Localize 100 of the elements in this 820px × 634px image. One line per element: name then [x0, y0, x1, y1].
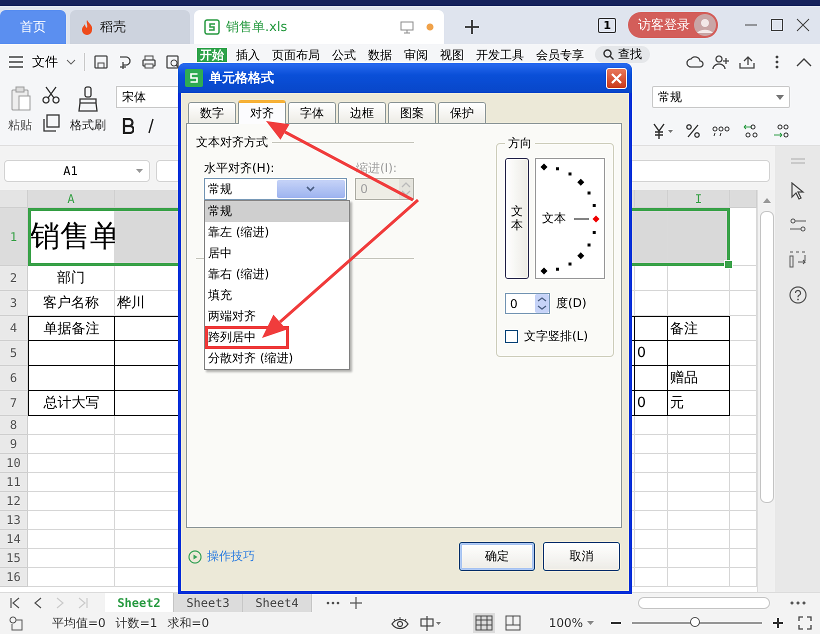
increase-decimal-icon[interactable]: [742, 123, 760, 139]
ribbon-tab[interactable]: 会员专享: [533, 48, 587, 62]
row-header[interactable]: 10: [0, 454, 28, 473]
dialog-tab[interactable]: 边框: [338, 102, 386, 123]
menu-icon[interactable]: [8, 55, 24, 69]
transform-icon[interactable]: [788, 250, 806, 268]
macro-icon[interactable]: [8, 615, 24, 631]
row-header[interactable]: 11: [0, 473, 28, 492]
preview-icon[interactable]: [165, 54, 181, 70]
chevron-down-icon[interactable]: [587, 621, 594, 625]
document-tab[interactable]: 销售单.xls: [194, 10, 444, 44]
ribbon-tab[interactable]: 审阅: [401, 48, 431, 62]
format-painter-button[interactable]: 格式刷: [70, 117, 106, 134]
vertical-scrollbar[interactable]: [757, 190, 775, 592]
cloud-icon[interactable]: [686, 54, 704, 70]
zoom-in-icon[interactable]: [772, 617, 784, 629]
ok-button[interactable]: 确定: [459, 542, 535, 571]
paste-button[interactable]: 粘贴: [8, 117, 32, 134]
help-icon[interactable]: [788, 286, 806, 304]
share-icon[interactable]: [738, 54, 756, 70]
page-break-view-icon[interactable]: [504, 615, 521, 631]
zoom-slider[interactable]: [632, 617, 762, 629]
add-user-icon[interactable]: [712, 54, 730, 70]
input-method-icon[interactable]: [418, 615, 441, 631]
row-header[interactable]: 14: [0, 530, 28, 549]
pointer-icon[interactable]: [790, 182, 806, 200]
eye-icon[interactable]: [390, 616, 409, 630]
dialog-tab[interactable]: 图案: [388, 102, 436, 123]
ribbon-tab[interactable]: 数据: [365, 48, 395, 62]
dropdown-option[interactable]: 居中: [205, 243, 236, 264]
print-icon[interactable]: [141, 54, 157, 70]
checkbox-label[interactable]: 文字竖排(L): [524, 328, 588, 345]
orientation-dial[interactable]: 文本: [535, 158, 605, 279]
percent-icon[interactable]: [686, 124, 700, 138]
name-box[interactable]: A1: [4, 160, 150, 182]
close-button[interactable]: [606, 68, 627, 88]
document-tab[interactable]: 稻壳: [70, 10, 190, 44]
dialog-tab[interactable]: 数字: [188, 102, 236, 123]
new-tab-icon[interactable]: [464, 19, 480, 35]
degrees-field[interactable]: 0: [505, 293, 550, 314]
row-header[interactable]: 7: [0, 391, 28, 416]
row-header[interactable]: 15: [0, 549, 28, 568]
sheet-tab[interactable]: Sheet4: [243, 593, 312, 612]
copy-icon[interactable]: [42, 114, 60, 132]
ribbon-tab[interactable]: 公式: [329, 48, 359, 62]
more-sheets-icon[interactable]: [326, 600, 340, 604]
play-icon[interactable]: [188, 550, 202, 564]
grip-icon[interactable]: [790, 158, 804, 164]
ribbon-tab[interactable]: 插入: [233, 48, 263, 62]
ribbon-tab[interactable]: 视图: [437, 48, 467, 62]
row-header[interactable]: 4: [0, 316, 28, 341]
decrease-decimal-icon[interactable]: [772, 123, 790, 139]
row-header[interactable]: 8: [0, 416, 28, 435]
row-header[interactable]: 3: [0, 291, 28, 316]
ribbon-tab[interactable]: 页面布局: [269, 48, 323, 62]
collapse-icon[interactable]: [796, 57, 812, 67]
dialog-tab[interactable]: 保护: [438, 102, 486, 123]
vertical-text-button[interactable]: 文本: [505, 158, 529, 279]
more-icon[interactable]: [774, 54, 780, 70]
row-header[interactable]: 12: [0, 492, 28, 511]
thousands-icon[interactable]: [712, 124, 730, 138]
zoom-menu[interactable]: 100%: [548, 616, 583, 630]
save-icon[interactable]: [93, 54, 109, 70]
sheet-tab[interactable]: Sheet3: [174, 593, 243, 612]
login-button[interactable]: 访客登录: [628, 12, 718, 38]
scissors-icon[interactable]: [42, 86, 60, 104]
checkbox[interactable]: [505, 330, 518, 343]
bold-icon[interactable]: [122, 118, 134, 134]
ribbon-tab[interactable]: 开发工具: [473, 48, 527, 62]
row-header[interactable]: 9: [0, 435, 28, 454]
search-button[interactable]: 查找: [595, 46, 650, 63]
sheet-tab[interactable]: Sheet2: [105, 593, 174, 612]
dropdown-option[interactable]: 分散对齐 (缩进): [205, 348, 298, 369]
chevron-down-icon[interactable]: [66, 59, 76, 65]
dropdown-option[interactable]: 常规: [205, 201, 349, 222]
window-count-badge[interactable]: 1: [598, 18, 616, 32]
dialog-tab[interactable]: 字体: [288, 102, 336, 123]
fullscreen-icon[interactable]: [798, 616, 812, 630]
cancel-button[interactable]: 取消: [543, 542, 620, 571]
dropdown-option[interactable]: 靠右 (缩进): [205, 264, 274, 285]
currency-icon[interactable]: [652, 123, 674, 139]
add-sheet-icon[interactable]: [350, 596, 362, 608]
paste-icon[interactable]: [9, 86, 31, 112]
dropdown-option[interactable]: 靠左 (缩进): [205, 222, 274, 243]
zoom-slider-thumb[interactable]: [690, 617, 700, 627]
sliders-icon[interactable]: [788, 218, 806, 232]
close-icon[interactable]: [796, 18, 810, 32]
first-sheet-icon[interactable]: [10, 596, 20, 608]
row-header[interactable]: 16: [0, 568, 28, 587]
more-icon[interactable]: [790, 600, 806, 604]
scrollbar-thumb[interactable]: [760, 211, 774, 503]
row-header[interactable]: 5: [0, 341, 28, 366]
maximize-icon[interactable]: [770, 18, 784, 32]
normal-view-icon[interactable]: [472, 613, 495, 633]
previous-sheet-icon[interactable]: [34, 596, 42, 608]
paintbrush-icon[interactable]: [77, 86, 99, 112]
file-menu[interactable]: 文件: [32, 53, 58, 71]
row-header[interactable]: 2: [0, 266, 28, 291]
italic-icon[interactable]: [146, 118, 156, 134]
horizontal-scrollbar[interactable]: [638, 596, 770, 608]
